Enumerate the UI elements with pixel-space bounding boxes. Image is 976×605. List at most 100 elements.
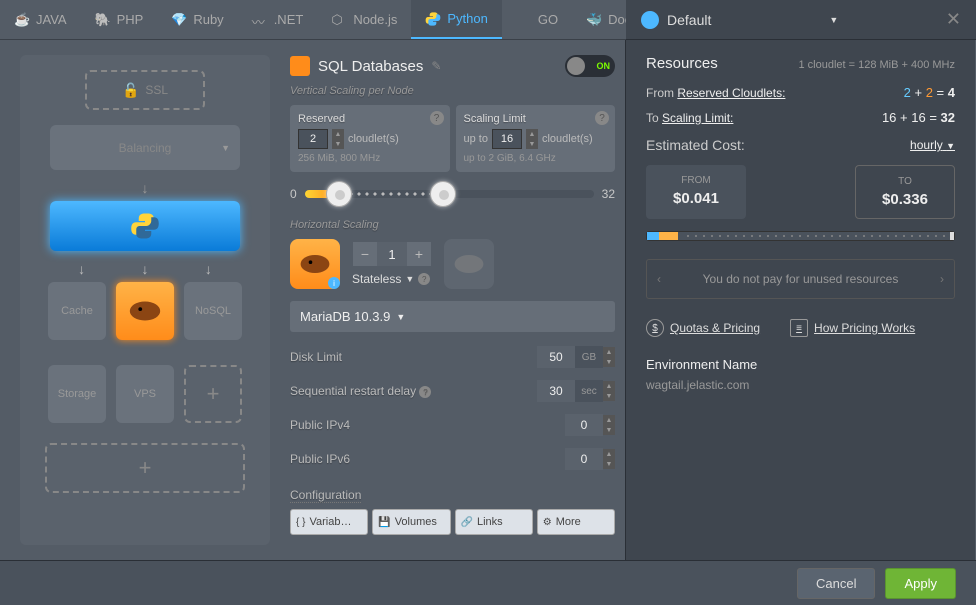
price-from-card: FROM $0.041 <box>646 165 746 219</box>
limit-link[interactable]: Scaling Limit: <box>662 111 733 125</box>
delay-input[interactable] <box>537 380 575 402</box>
arrow-down-icon: ↓ <box>35 180 255 196</box>
volumes-button[interactable]: 💾Volumes <box>372 509 450 535</box>
arrow-left-icon[interactable]: ‹ <box>657 272 661 286</box>
tab-python[interactable]: Python <box>411 0 501 39</box>
volumes-label: Volumes <box>395 516 437 528</box>
tab-java[interactable]: ☕ JAVA <box>0 0 81 39</box>
tab-python-label: Python <box>447 11 487 26</box>
reserved-panel: Reserved ? ▲▼ cloudlet(s) 256 MiB, 800 M… <box>290 105 450 172</box>
reserved-input[interactable] <box>298 129 328 149</box>
tab-ruby[interactable]: 💎Ruby <box>157 0 237 39</box>
chevron-down-icon: ▼ <box>396 312 405 322</box>
info-icon[interactable]: i <box>328 277 340 289</box>
more-button[interactable]: ⚙More <box>537 509 615 535</box>
apply-button[interactable]: Apply <box>885 568 956 599</box>
storage-box[interactable]: Storage <box>48 365 106 423</box>
limit-spec: 2 GiB, 6.4 GHz <box>489 153 556 164</box>
region-selector[interactable]: Default ▼ <box>641 11 838 29</box>
tab-net-label: .NET <box>274 12 304 27</box>
hs-plus-button[interactable]: + <box>407 242 431 266</box>
cloudlet-def: 1 cloudlet = 128 MiB + 400 MHz <box>798 59 955 71</box>
price-from-lbl: FROM <box>656 175 736 186</box>
help-icon[interactable]: ? <box>419 386 431 398</box>
help-icon[interactable]: ? <box>418 273 430 285</box>
java-icon: ☕ <box>14 12 30 28</box>
toggle-on-label: ON <box>597 61 611 71</box>
tab-node[interactable]: ⬡Node.js <box>317 0 411 39</box>
price-to-lbl: TO <box>866 176 944 187</box>
ruby-icon: 💎 <box>171 12 187 28</box>
cloudlet-slider[interactable] <box>305 190 594 198</box>
tab-go[interactable]: GO <box>502 0 572 39</box>
ipv6-input[interactable] <box>565 448 603 470</box>
balancing-box[interactable]: Balancing ▼ <box>50 125 240 170</box>
reserved-stepper[interactable]: ▲▼ <box>332 129 344 149</box>
ipv4-stepper[interactable]: ▲▼ <box>603 415 615 435</box>
ssl-label: SSL <box>145 83 168 97</box>
region-bar: Default ▼ ✕ <box>626 0 976 40</box>
topology-panel: SSL Balancing ▼ ↓ ↓↓↓ Cache NoSQL Storag… <box>20 55 270 545</box>
resources-title: Resources <box>646 55 718 72</box>
ssl-box[interactable]: SSL <box>85 70 205 110</box>
variables-button[interactable]: { } Variab… <box>290 509 368 535</box>
ipv4-label: Public IPv4 <box>290 418 350 432</box>
limit-input[interactable] <box>492 129 522 149</box>
reserved-handle[interactable] <box>326 181 352 207</box>
braces-icon: { } <box>296 517 305 528</box>
sql-box[interactable] <box>116 282 174 340</box>
hs-node-off[interactable] <box>444 239 494 289</box>
hs-node-icon[interactable]: i <box>290 239 340 289</box>
toggle-switch[interactable]: ON <box>565 55 615 77</box>
from-b: 2 <box>926 85 933 100</box>
vscale-label: Vertical Scaling per Node <box>290 85 615 97</box>
reserved-link[interactable]: Reserved Cloudlets: <box>677 86 785 100</box>
app-server-box[interactable] <box>50 201 240 251</box>
globe-icon <box>641 11 659 29</box>
vps-box[interactable]: VPS <box>116 365 174 423</box>
limit-handle[interactable] <box>430 181 456 207</box>
nosql-box[interactable]: NoSQL <box>184 282 242 340</box>
chevron-down-icon: ▼ <box>405 274 414 284</box>
ipv4-input[interactable] <box>565 414 603 436</box>
limit-panel: Scaling Limit ? up to ▲▼ cloudlet(s) up … <box>456 105 616 172</box>
ipv6-label: Public IPv6 <box>290 452 350 466</box>
cache-label: Cache <box>61 305 93 317</box>
disk-stepper[interactable]: ▲▼ <box>603 347 615 367</box>
docker-icon: 🐳 <box>586 12 602 28</box>
doc-icon: ≡ <box>790 319 808 337</box>
php-icon: 🐘 <box>95 12 111 28</box>
section-title: SQL Databases <box>318 58 423 75</box>
limit-title: Scaling Limit <box>464 113 608 125</box>
scaling-mode-select[interactable]: Stateless▼? <box>352 272 432 286</box>
tab-java-label: JAVA <box>36 12 67 27</box>
db-version-select[interactable]: MariaDB 10.3.9 ▼ <box>290 301 615 332</box>
price-from-val: $0.041 <box>656 190 736 207</box>
delay-stepper[interactable]: ▲▼ <box>603 381 615 401</box>
cancel-button[interactable]: Cancel <box>797 568 875 599</box>
env-label: Environment Name <box>646 357 955 372</box>
arrow-right-icon[interactable]: › <box>940 272 944 286</box>
add-layer-box[interactable]: + <box>45 443 245 493</box>
period-select[interactable]: hourly ▼ <box>910 138 955 152</box>
tab-php[interactable]: 🐘PHP <box>81 0 158 39</box>
hs-minus-button[interactable]: − <box>353 242 377 266</box>
pencil-icon[interactable]: ✎ <box>431 59 441 73</box>
add-extra-box[interactable]: + <box>184 365 242 423</box>
links-button[interactable]: 🔗Links <box>455 509 533 535</box>
help-icon[interactable]: ? <box>430 111 444 125</box>
disk-input[interactable] <box>537 346 575 368</box>
quotas-link[interactable]: $Quotas & Pricing <box>646 319 760 337</box>
cache-box[interactable]: Cache <box>48 282 106 340</box>
ipv6-stepper[interactable]: ▲▼ <box>603 449 615 469</box>
how-pricing-link[interactable]: ≡How Pricing Works <box>790 319 915 337</box>
help-icon[interactable]: ? <box>595 111 609 125</box>
limit-stepper[interactable]: ▲▼ <box>526 129 538 149</box>
close-icon[interactable]: ✕ <box>946 9 961 30</box>
tab-net[interactable]: 〰.NET <box>238 0 318 39</box>
mariadb-icon <box>297 246 333 282</box>
variables-label: Variab… <box>309 516 351 528</box>
hs-count: 1 <box>377 242 407 266</box>
balancing-label: Balancing <box>119 141 172 155</box>
mariadb-icon <box>126 292 164 330</box>
